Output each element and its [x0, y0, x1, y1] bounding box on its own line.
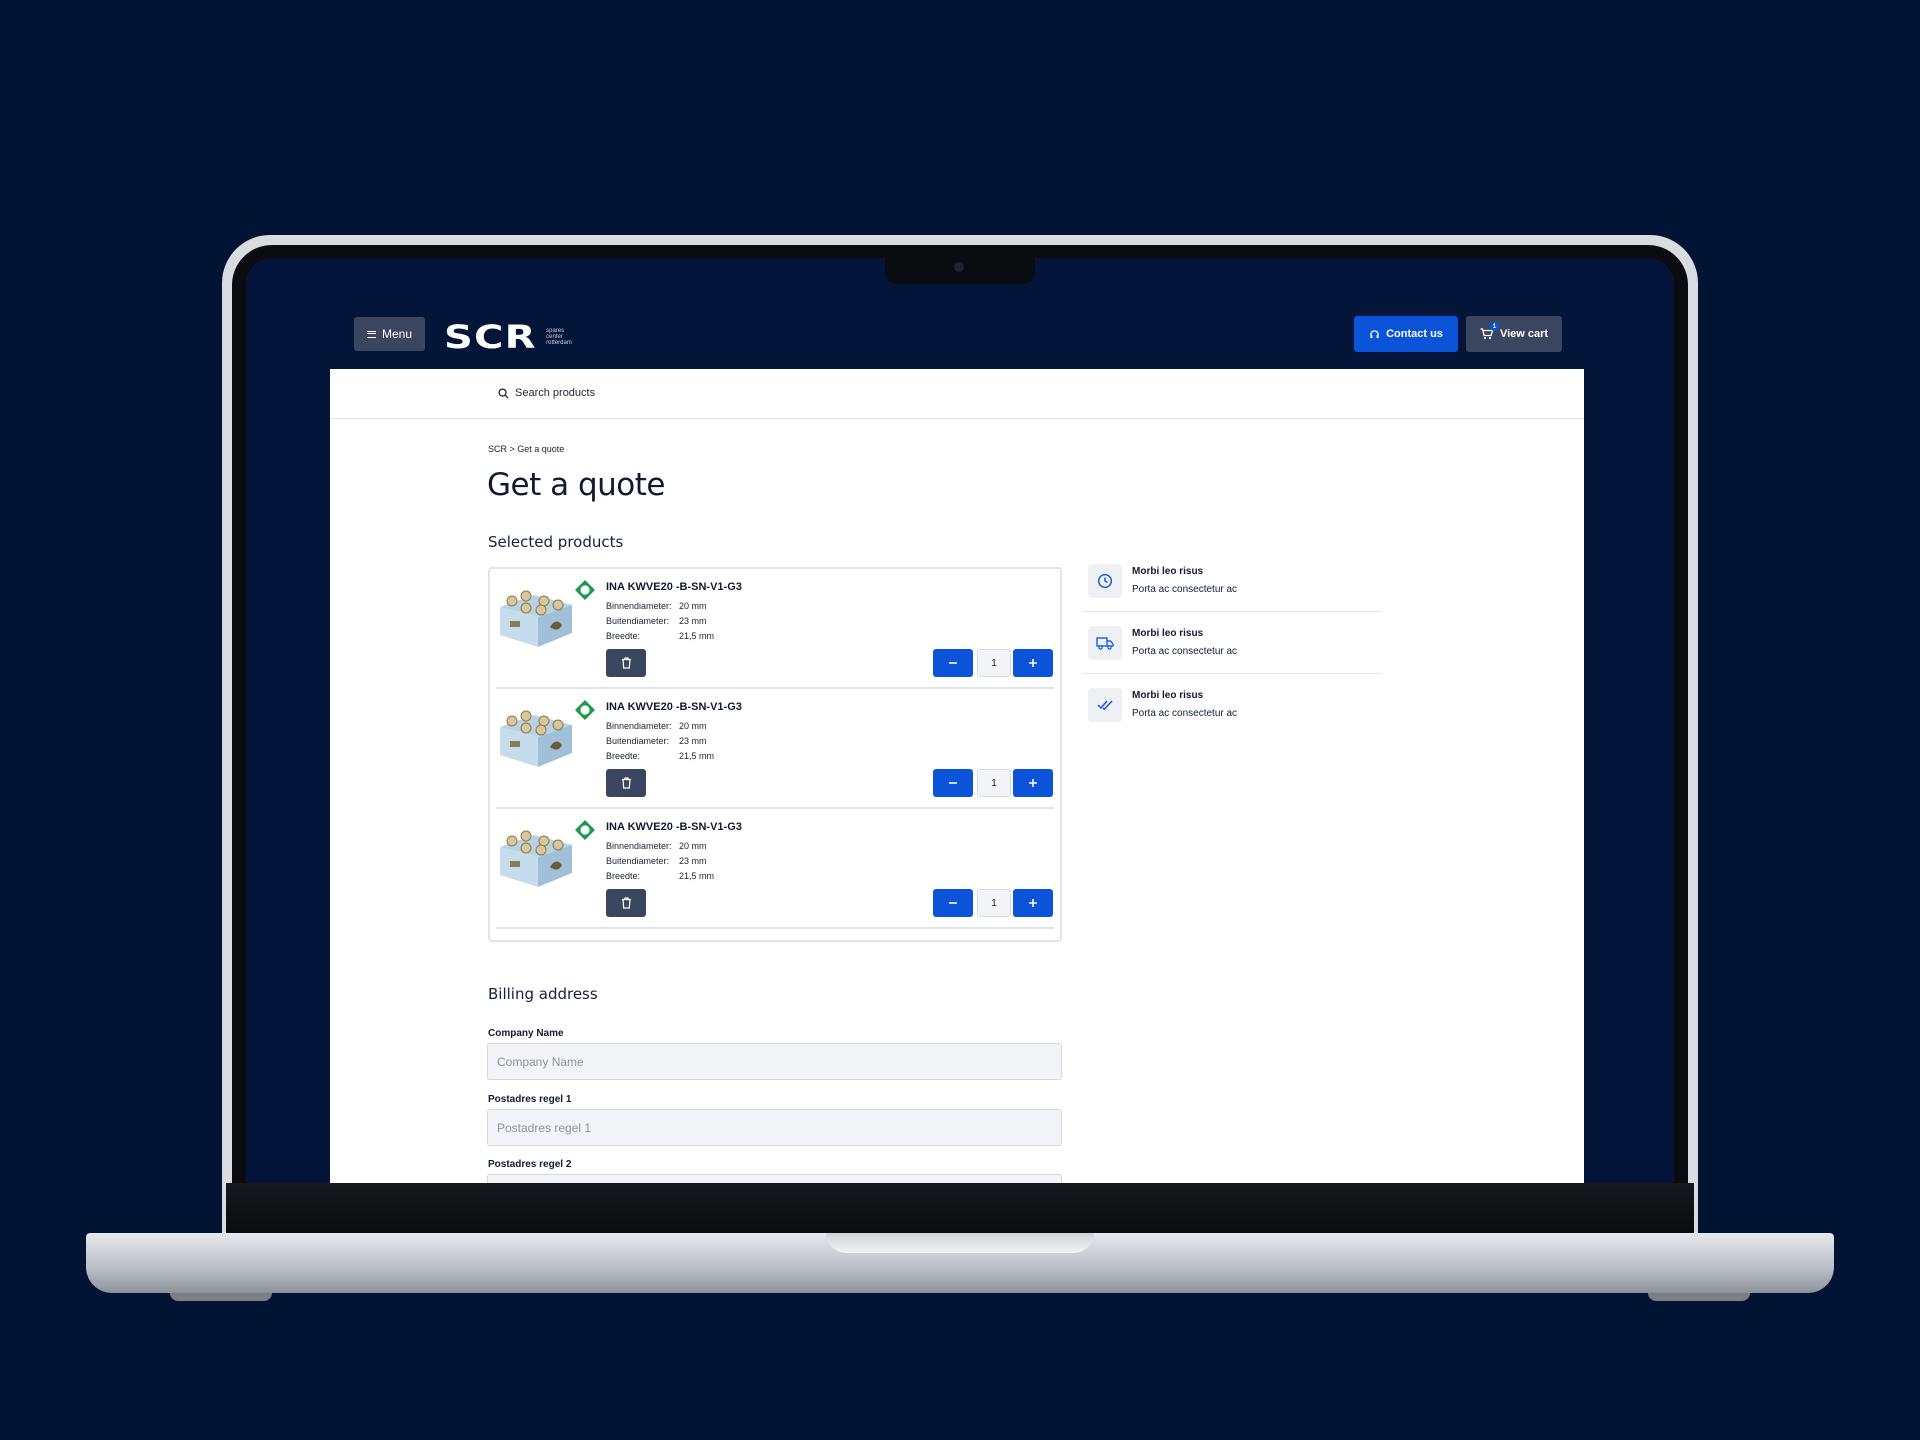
selected-products-list: INA KWVE20 -B-SN-V1-G3 Binnendiameter: 20… — [488, 567, 1062, 942]
feature-item: Morbi leo risus Porta ac consectetur ac — [1082, 552, 1382, 612]
brand-badge-icon — [575, 700, 595, 720]
product-name[interactable]: INA KWVE20 -B-SN-V1-G3 — [606, 821, 742, 833]
brand-badge-icon — [575, 820, 595, 840]
logo-subtitle: spares center rotterdam — [546, 328, 572, 346]
feature-title: Morbi leo risus — [1132, 690, 1204, 701]
plus-icon — [1029, 779, 1037, 787]
spec-row: Buitendiameter: 23 mm — [606, 616, 707, 626]
laptop-foot — [1648, 1293, 1750, 1301]
page-title: Get a quote — [487, 467, 665, 503]
headset-icon — [1370, 329, 1379, 338]
menu-button[interactable]: Menu — [354, 317, 425, 351]
trash-icon — [621, 657, 631, 669]
quantity-input[interactable]: 1 — [977, 649, 1011, 677]
address-line-1-label: Postadres regel 1 — [488, 1094, 572, 1105]
product-image — [500, 590, 572, 647]
decrease-quantity-button[interactable] — [933, 649, 973, 677]
increase-quantity-button[interactable] — [1013, 889, 1053, 917]
minus-icon — [949, 662, 957, 664]
spec-row: Breedte: 21,5 mm — [606, 751, 715, 761]
contact-us-button[interactable]: Contact us — [1354, 316, 1458, 352]
decrease-quantity-button[interactable] — [933, 769, 973, 797]
minus-icon — [949, 902, 957, 904]
address-line-2-label: Postadres regel 2 — [488, 1159, 572, 1170]
cart-icon: 1 — [1480, 322, 1499, 340]
contact-us-label: Contact us — [1386, 328, 1443, 340]
clock-icon — [1088, 564, 1122, 598]
trash-icon — [621, 777, 631, 789]
cart-count-badge: 1 — [1489, 322, 1499, 331]
camera-icon — [954, 262, 964, 272]
quantity-input[interactable]: 1 — [977, 769, 1011, 797]
spec-row: Breedte: 21,5 mm — [606, 871, 715, 881]
feature-text: Porta ac consectetur ac — [1132, 646, 1238, 657]
trash-icon — [621, 897, 631, 909]
product-name[interactable]: INA KWVE20 -B-SN-V1-G3 — [606, 701, 742, 713]
search-icon — [498, 387, 509, 399]
spec-row: Breedte: 21,5 mm — [606, 631, 715, 641]
laptop-hinge — [226, 1183, 1694, 1235]
decrease-quantity-button[interactable] — [933, 889, 973, 917]
product-image — [500, 710, 572, 767]
search-bar: Search products — [330, 369, 1584, 419]
increase-quantity-button[interactable] — [1013, 649, 1053, 677]
site-logo[interactable]: SCR spares center rotterdam — [444, 318, 572, 356]
selected-products-heading: Selected products — [488, 533, 624, 551]
spec-row: Binnendiameter: 20 mm — [606, 841, 707, 851]
truck-icon — [1088, 626, 1122, 660]
laptop-foot — [170, 1293, 272, 1301]
remove-product-button[interactable] — [606, 769, 646, 797]
increase-quantity-button[interactable] — [1013, 769, 1053, 797]
feature-title: Morbi leo risus — [1132, 628, 1204, 639]
address-line-1-field[interactable] — [487, 1109, 1062, 1146]
double-check-icon — [1088, 688, 1122, 722]
view-cart-label: View cart — [1499, 328, 1549, 340]
plus-icon — [1029, 899, 1037, 907]
feature-item: Morbi leo risus Porta ac consectetur ac — [1082, 676, 1382, 736]
quantity-input[interactable]: 1 — [977, 889, 1011, 917]
spec-row: Binnendiameter: 20 mm — [606, 601, 707, 611]
remove-product-button[interactable] — [606, 889, 646, 917]
product-image — [500, 830, 572, 887]
page-content: Search products SCR > Get a quote Get a … — [330, 369, 1584, 1183]
product-item: INA KWVE20 -B-SN-V1-G3 Binnendiameter: 20… — [496, 689, 1054, 809]
product-item: INA KWVE20 -B-SN-V1-G3 Binnendiameter: 20… — [496, 809, 1054, 929]
address-line-2-field[interactable] — [487, 1174, 1062, 1183]
laptop-thumb-recess — [826, 1233, 1094, 1253]
hamburger-icon — [366, 330, 376, 338]
breadcrumb[interactable]: SCR > Get a quote — [488, 444, 564, 454]
plus-icon — [1029, 659, 1037, 667]
remove-product-button[interactable] — [606, 649, 646, 677]
menu-label: Menu — [381, 327, 413, 341]
feature-text: Porta ac consectetur ac — [1132, 584, 1238, 595]
product-item: INA KWVE20 -B-SN-V1-G3 Binnendiameter: 20… — [496, 569, 1054, 689]
brand-badge-icon — [575, 580, 595, 600]
spec-row: Binnendiameter: 20 mm — [606, 721, 707, 731]
search-placeholder: Search products — [515, 387, 596, 399]
spec-row: Buitendiameter: 23 mm — [606, 736, 707, 746]
feature-text: Porta ac consectetur ac — [1132, 708, 1238, 719]
company-name-field[interactable] — [487, 1043, 1062, 1080]
logo-mark: SCR — [444, 318, 537, 356]
spec-row: Buitendiameter: 23 mm — [606, 856, 707, 866]
view-cart-button[interactable]: 1 View cart — [1466, 316, 1562, 352]
feature-title: Morbi leo risus — [1132, 566, 1204, 577]
minus-icon — [949, 782, 957, 784]
billing-address-heading: Billing address — [488, 985, 598, 1003]
search-input[interactable]: Search products — [498, 387, 595, 399]
company-name-label: Company Name — [488, 1028, 564, 1039]
feature-item: Morbi leo risus Porta ac consectetur ac — [1082, 614, 1382, 674]
product-name[interactable]: INA KWVE20 -B-SN-V1-G3 — [606, 581, 742, 593]
